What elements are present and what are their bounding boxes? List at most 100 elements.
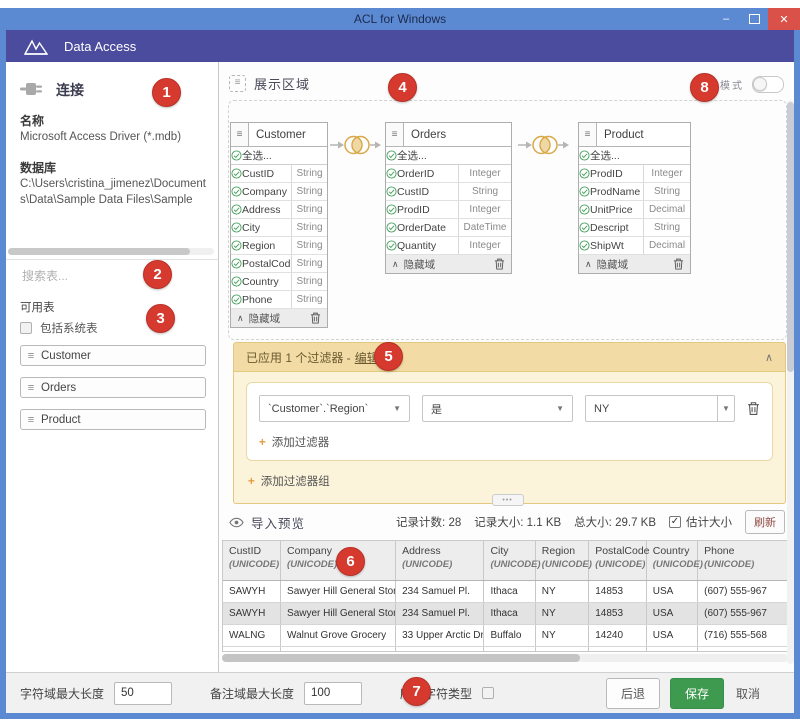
sidebar-hscrollbar xyxy=(8,248,214,255)
include-system-checkbox[interactable] xyxy=(20,322,32,334)
remove-table-icon[interactable] xyxy=(494,258,505,270)
remove-table-icon[interactable] xyxy=(673,258,684,270)
field-check-icon[interactable] xyxy=(579,204,590,215)
table-card-header[interactable]: ≡Customer xyxy=(231,123,327,147)
preview-cell: 234 Samuel Pl. xyxy=(396,581,484,603)
select-all-row[interactable]: 全选... xyxy=(579,147,690,165)
column-type: (UNICODE) xyxy=(229,559,274,570)
select-all-row[interactable]: 全选... xyxy=(386,147,511,165)
canvas-header: ≡ 展示区域 xyxy=(229,74,310,93)
save-button[interactable]: 保存 xyxy=(670,678,724,709)
field-check-icon[interactable] xyxy=(386,222,397,233)
cancel-button[interactable]: 取消 xyxy=(734,679,762,708)
all-char-types-checkbox[interactable] xyxy=(482,687,494,699)
field-check-icon[interactable] xyxy=(231,150,242,161)
field-check-icon[interactable] xyxy=(386,186,397,197)
sidebar-table-item-orders[interactable]: ≡Orders xyxy=(20,377,206,398)
field-check-icon[interactable] xyxy=(231,294,242,305)
splitter-handle[interactable]: ••• xyxy=(492,494,524,506)
drag-handle-icon[interactable]: ≡ xyxy=(386,123,404,146)
back-button[interactable]: 后退 xyxy=(606,678,660,709)
field-row: CustIDString xyxy=(386,183,511,201)
sidebar-table-item-product[interactable]: ≡Product xyxy=(20,409,206,430)
sql-mode-toggle[interactable] xyxy=(752,76,784,93)
filter-value-combo[interactable]: NY ▼ xyxy=(585,395,735,422)
include-system-label: 包括系统表 xyxy=(40,320,98,336)
record-size: 记录大小: 1.1 KB xyxy=(474,514,561,530)
field-check-icon[interactable] xyxy=(231,240,242,251)
column-name: Address xyxy=(402,545,477,557)
field-check-icon[interactable] xyxy=(386,150,397,161)
sidebar-table-item-customer[interactable]: ≡Customer xyxy=(20,345,206,366)
field-name: Country xyxy=(242,276,291,288)
preview-cell: WALNG xyxy=(223,625,281,647)
delete-filter-icon[interactable] xyxy=(747,401,760,416)
preview-meta: 记录计数: 28 记录大小: 1.1 KB 总大小: 29.7 KB ✓ 估计大… xyxy=(396,510,785,534)
collapse-chevron-icon[interactable]: ∧ xyxy=(585,259,592,270)
char-max-input[interactable] xyxy=(114,682,172,705)
estimate-size-row: ✓ 估计大小 xyxy=(669,514,732,530)
preview-cell xyxy=(646,647,697,653)
field-check-icon[interactable] xyxy=(231,168,242,179)
collapse-chevron-icon[interactable]: ∧ xyxy=(392,259,399,270)
preview-cell xyxy=(281,647,396,653)
search-tables-input[interactable] xyxy=(20,264,208,288)
filter-value-text: NY xyxy=(586,396,717,421)
field-check-icon[interactable] xyxy=(579,168,590,179)
drag-handle-icon[interactable]: ≡ xyxy=(579,123,597,146)
field-check-icon[interactable] xyxy=(579,150,590,161)
close-button[interactable]: ✕ xyxy=(768,8,800,30)
title-bar[interactable]: ACL for Windows – ✕ xyxy=(0,8,800,30)
collapse-chevron-icon[interactable]: ∧ xyxy=(765,351,773,364)
field-check-icon[interactable] xyxy=(231,204,242,215)
table-card-product[interactable]: ≡Product全选...ProdIDIntegerProdNameString… xyxy=(578,122,691,274)
field-check-icon[interactable] xyxy=(231,258,242,269)
preview-row: WALNGWalnut Grove Grocery33 Upper Arctic… xyxy=(223,625,788,647)
sidebar-table-label: Product xyxy=(41,414,81,426)
table-card-header[interactable]: ≡Orders xyxy=(386,123,511,147)
field-type: Decimal xyxy=(643,201,690,218)
filter-body: `Customer`.`Region`▼ 是▼ NY ▼ xyxy=(233,372,786,504)
remove-table-icon[interactable] xyxy=(310,312,321,324)
drag-handle-icon[interactable]: ≡ xyxy=(231,123,249,146)
add-filter-link[interactable]: +添加过滤器 xyxy=(259,434,760,450)
field-row: PostalCodeString xyxy=(231,255,327,273)
field-check-icon[interactable] xyxy=(386,240,397,251)
field-check-icon[interactable] xyxy=(386,168,397,179)
field-check-icon[interactable] xyxy=(579,240,590,251)
refresh-button[interactable]: 刷新 xyxy=(745,510,785,534)
filter-condition-row: `Customer`.`Region`▼ 是▼ NY ▼ xyxy=(259,395,760,422)
field-check-icon[interactable] xyxy=(386,204,397,215)
table-card-customer[interactable]: ≡Customer全选...CustIDStringCompanyStringA… xyxy=(230,122,328,328)
connection-title: 连接 xyxy=(56,80,84,100)
minimize-button[interactable]: – xyxy=(712,8,740,30)
field-check-icon[interactable] xyxy=(579,186,590,197)
field-check-icon[interactable] xyxy=(231,276,242,287)
field-check-icon[interactable] xyxy=(231,222,242,233)
memo-max-input[interactable] xyxy=(304,682,362,705)
maximize-button[interactable] xyxy=(740,8,768,30)
collapse-chevron-icon[interactable]: ∧ xyxy=(237,313,244,324)
sidebar-divider xyxy=(6,259,218,260)
filter-header[interactable]: 已应用 1 个过滤器 - 编辑 ∧ xyxy=(233,342,786,372)
filter-operator-select[interactable]: 是▼ xyxy=(422,395,573,422)
preview-hscroll-thumb[interactable] xyxy=(222,654,580,662)
field-check-icon[interactable] xyxy=(579,222,590,233)
sidebar-hscroll-thumb[interactable] xyxy=(8,248,190,255)
field-type: String xyxy=(291,273,327,290)
table-card-orders[interactable]: ≡Orders全选...OrderIDIntegerCustIDStringPr… xyxy=(385,122,512,274)
footer-bar: 字符域最大长度 备注域最大长度 所有字符类型 后退 保存 取消 xyxy=(6,672,794,713)
preview-cell: USA xyxy=(646,625,697,647)
combo-arrow-icon[interactable]: ▼ xyxy=(717,396,734,421)
select-all-row[interactable]: 全选... xyxy=(231,147,327,165)
field-type: Decimal xyxy=(643,237,690,254)
table-card-header[interactable]: ≡Product xyxy=(579,123,690,147)
join-icon-1[interactable] xyxy=(329,132,385,158)
main-vscroll-thumb[interactable] xyxy=(787,102,794,372)
add-filter-group-link[interactable]: +添加过滤器组 xyxy=(248,473,773,489)
field-check-icon[interactable] xyxy=(231,186,242,197)
join-icon-2[interactable] xyxy=(517,132,573,158)
filter-field-select[interactable]: `Customer`.`Region`▼ xyxy=(259,395,410,422)
estimate-checkbox[interactable]: ✓ xyxy=(669,516,681,528)
name-label: 名称 xyxy=(20,112,44,129)
